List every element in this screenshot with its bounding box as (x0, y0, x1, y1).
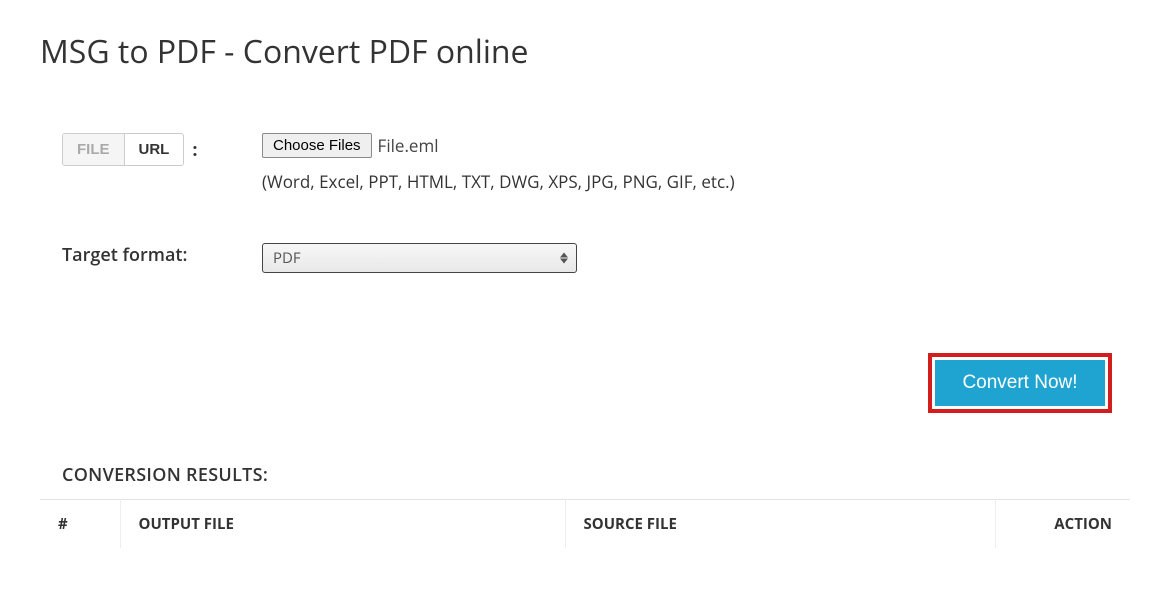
source-colon: : (192, 138, 197, 162)
source-tab-file[interactable]: FILE (63, 134, 124, 165)
col-output-file: OUTPUT FILE (120, 500, 565, 549)
results-header-row: # OUTPUT FILE SOURCE FILE ACTION (40, 500, 1130, 549)
convert-now-button[interactable]: Convert Now! (935, 360, 1105, 406)
results-heading: CONVERSION RESULTS: (62, 463, 1130, 487)
chevron-updown-icon (560, 253, 568, 264)
selected-file-name: File.eml (378, 134, 439, 157)
source-type-toggle: FILE URL (62, 133, 184, 166)
file-formats-hint: (Word, Excel, PPT, HTML, TXT, DWG, XPS, … (262, 170, 1130, 193)
target-format-value: PDF (273, 248, 301, 268)
choose-files-button[interactable]: Choose Files (262, 133, 372, 158)
target-format-select[interactable]: PDF (262, 243, 577, 273)
page-title: MSG to PDF - Convert PDF online (40, 30, 1130, 73)
results-table: # OUTPUT FILE SOURCE FILE ACTION (40, 499, 1130, 548)
col-action: ACTION (995, 500, 1130, 549)
col-number: # (40, 500, 120, 549)
convert-button-highlight: Convert Now! (928, 353, 1112, 413)
col-source-file: SOURCE FILE (565, 500, 995, 549)
target-format-label: Target format: (62, 243, 187, 267)
source-tab-url[interactable]: URL (125, 134, 184, 165)
